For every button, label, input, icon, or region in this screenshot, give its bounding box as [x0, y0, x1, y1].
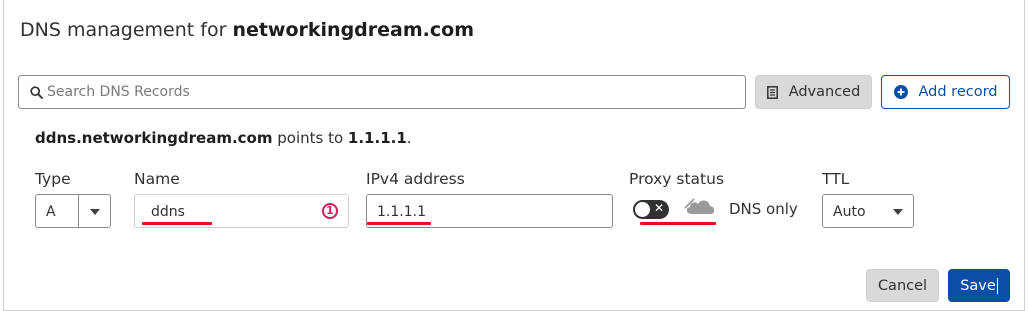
proxy-status-text: DNS only	[729, 200, 798, 218]
annotation-underline-ipv4	[367, 222, 431, 225]
name-label: Name	[134, 170, 180, 188]
summary-host: ddns.networkingdream.com	[35, 129, 273, 147]
ttl-value: Auto	[833, 204, 866, 220]
ttl-select[interactable]: Auto	[822, 194, 914, 228]
dns-only-cloud-icon	[682, 195, 715, 214]
toggle-knob	[635, 202, 650, 217]
chevron-down-icon	[90, 209, 100, 215]
summary-middle: points to	[272, 129, 348, 147]
cancel-label: Cancel	[877, 277, 928, 294]
document-icon	[766, 85, 778, 99]
close-icon: ✕	[654, 201, 665, 215]
select-divider	[78, 195, 79, 227]
proxy-status-label: Proxy status	[629, 170, 725, 188]
cancel-button[interactable]: Cancel	[866, 269, 939, 302]
advanced-label: Advanced	[788, 84, 861, 100]
annotation-underline-proxy	[640, 222, 716, 225]
dialog-title: DNS management for networkingdream.com	[20, 19, 474, 41]
text-cursor	[996, 277, 998, 294]
add-record-button[interactable]: Add record	[881, 75, 1010, 109]
save-button[interactable]: Save	[948, 269, 1010, 302]
search-box[interactable]	[18, 75, 746, 109]
dialog-title-domain: networkingdream.com	[232, 19, 474, 41]
dns-management-dialog: DNS management for networkingdream.com A…	[3, 0, 1025, 311]
chevron-down-icon	[893, 209, 903, 215]
search-icon	[30, 86, 43, 99]
advanced-button[interactable]: Advanced	[755, 75, 872, 109]
type-value: A	[46, 204, 56, 220]
ipv4-label: IPv4 address	[366, 170, 465, 188]
ttl-label: TTL	[822, 170, 850, 188]
plus-circle-icon	[893, 85, 908, 99]
error-badge-icon: 1	[322, 203, 338, 219]
save-label: Save	[960, 277, 996, 294]
search-input[interactable]	[47, 76, 727, 108]
summary-target: 1.1.1.1	[347, 129, 407, 147]
summary-end: .	[406, 129, 412, 147]
record-summary: ddns.networkingdream.com points to 1.1.1…	[35, 129, 412, 147]
proxy-status-toggle[interactable]: ✕	[633, 200, 669, 219]
name-value: ddns	[151, 204, 185, 220]
type-select[interactable]: A	[35, 194, 111, 228]
type-label: Type	[35, 170, 71, 188]
ipv4-value: 1.1.1.1	[377, 204, 426, 220]
dialog-title-prefix: DNS management for	[20, 19, 233, 41]
add-record-label: Add record	[918, 84, 998, 100]
annotation-underline-name	[142, 222, 212, 225]
